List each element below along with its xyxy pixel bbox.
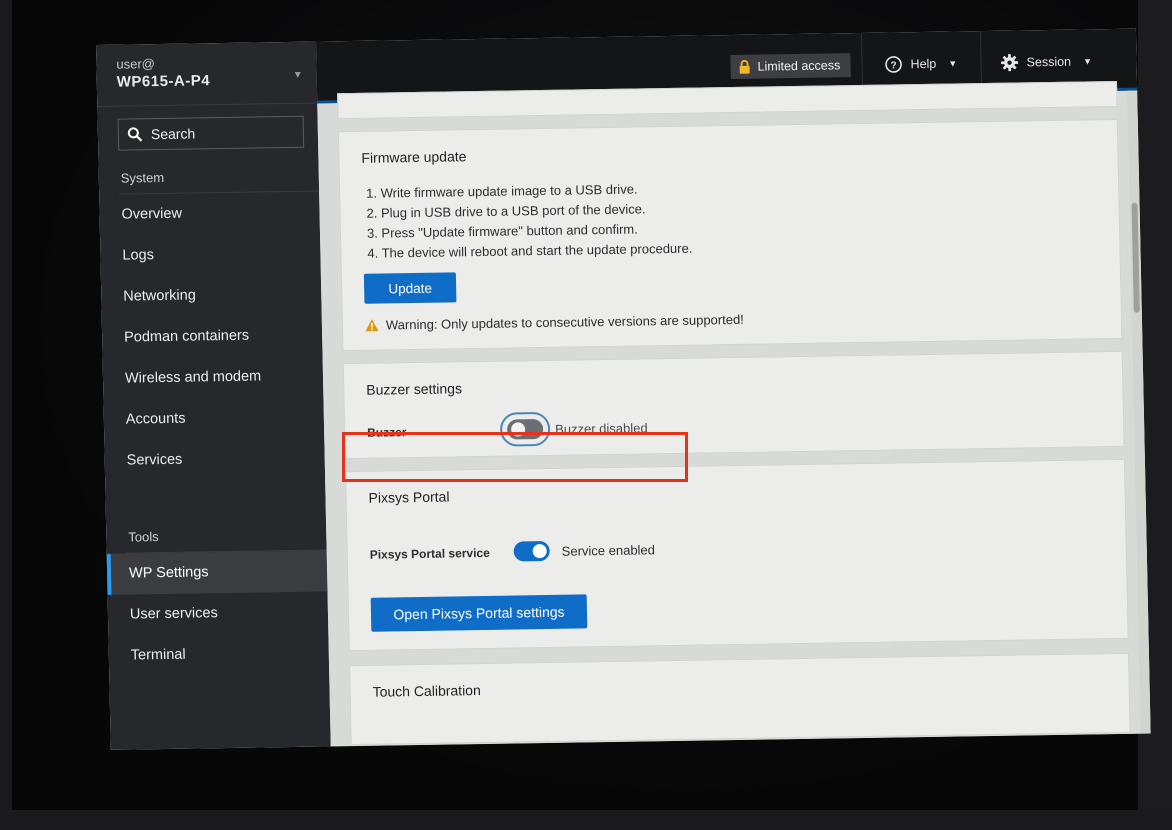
pixsys-portal-title: Pixsys Portal xyxy=(368,488,450,506)
sidebar-item-wireless-and-modem[interactable]: Wireless and modem xyxy=(103,355,324,399)
scrollbar-thumb[interactable] xyxy=(1131,202,1140,313)
firmware-update-title: Firmware update xyxy=(361,148,467,166)
svg-text:?: ? xyxy=(890,60,896,71)
pixsys-portal-service-label: Pixsys Portal service xyxy=(369,545,490,562)
host-user: user@ xyxy=(116,56,156,72)
section-system: System xyxy=(120,169,165,186)
chevron-down-icon: ▼ xyxy=(292,69,303,81)
limited-access-label: Limited access xyxy=(757,58,841,74)
sidebar-item-overview[interactable]: Overview xyxy=(99,192,320,236)
sidebar-item-wp-settings[interactable]: WP Settings xyxy=(106,550,328,595)
toggle-knob xyxy=(532,543,547,559)
touch-calibration-card: Touch Calibration xyxy=(349,652,1131,746)
limited-access-button[interactable]: Limited access xyxy=(730,53,851,80)
lock-icon xyxy=(739,59,750,74)
sidebar-item-terminal[interactable]: Terminal xyxy=(108,632,329,676)
sidebar-item-accounts[interactable]: Accounts xyxy=(103,396,324,440)
session-button[interactable]: Session ▼ xyxy=(1000,49,1092,74)
pixsys-portal-state-text: Service enabled xyxy=(561,541,656,559)
host-name: WP615-A-P4 xyxy=(116,72,211,91)
search-icon xyxy=(127,127,143,142)
touch-calibration-title: Touch Calibration xyxy=(372,682,481,700)
firmware-step: 4. The device will reboot and start the … xyxy=(367,240,693,261)
photo-bottom-edge xyxy=(0,810,1172,830)
firmware-update-card: Firmware update 1. Write firmware update… xyxy=(337,118,1123,352)
sidebar-item-services[interactable]: Services xyxy=(104,437,325,481)
update-button[interactable]: Update xyxy=(363,272,457,304)
search-input[interactable]: Search xyxy=(117,115,305,151)
sidebar-item-user-services[interactable]: User services xyxy=(108,591,329,635)
open-pixsys-portal-settings-button[interactable]: Open Pixsys Portal settings xyxy=(370,594,588,632)
main-content: Firmware update 1. Write firmware update… xyxy=(317,80,1151,747)
sidebar-item-networking[interactable]: Networking xyxy=(101,273,322,317)
buzzer-highlight-box xyxy=(342,432,688,482)
buzzer-settings-title: Buzzer settings xyxy=(366,380,463,398)
gear-icon xyxy=(1001,54,1019,72)
pixsys-portal-toggle[interactable] xyxy=(513,540,550,562)
warning-icon xyxy=(365,319,379,332)
device-screen: user@ WP615-A-P4 ▼ Search System Overvie… xyxy=(96,28,1151,750)
help-label: Help xyxy=(910,56,937,72)
chevron-down-icon: ▼ xyxy=(948,58,958,69)
host-switcher[interactable]: user@ WP615-A-P4 ▼ xyxy=(96,41,318,107)
help-button[interactable]: ? Help ▼ xyxy=(884,51,957,76)
sidebar-item-podman-containers[interactable]: Podman containers xyxy=(102,314,323,358)
pixsys-portal-toggle-row: Service enabled xyxy=(513,539,656,562)
help-icon: ? xyxy=(885,56,902,73)
pixsys-portal-card: Pixsys Portal Pixsys Portal service Serv… xyxy=(344,458,1129,652)
sidebar-item-logs[interactable]: Logs xyxy=(100,233,321,277)
session-label: Session xyxy=(1026,54,1072,70)
chevron-down-icon: ▼ xyxy=(1082,56,1093,67)
firmware-steps: 1. Write firmware update image to a USB … xyxy=(366,179,693,264)
firmware-warning: Warning: Only updates to consecutive ver… xyxy=(365,312,744,333)
section-tools: Tools xyxy=(128,529,159,545)
firmware-warning-text: Warning: Only updates to consecutive ver… xyxy=(385,311,744,333)
sidebar: user@ WP615-A-P4 ▼ Search System Overvie… xyxy=(96,41,331,750)
search-placeholder: Search xyxy=(150,125,196,143)
